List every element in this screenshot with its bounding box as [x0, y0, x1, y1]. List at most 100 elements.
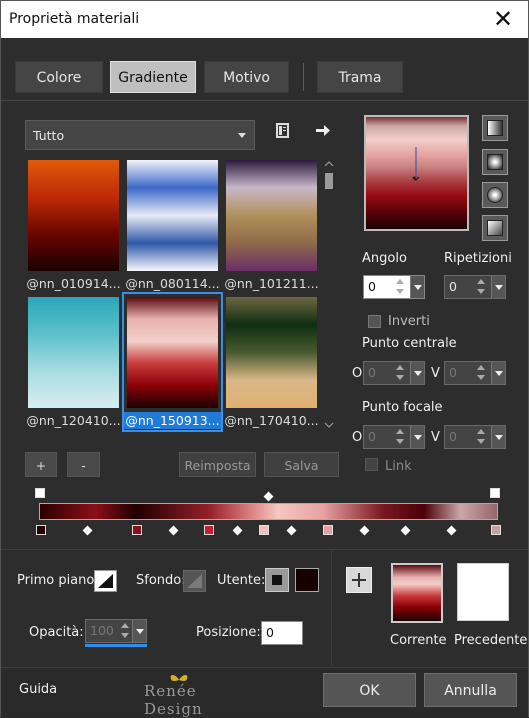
gradient-swatch: [28, 160, 119, 271]
user-color-button[interactable]: [265, 568, 289, 592]
title-bar: Proprietà materiali ✕: [1, 1, 528, 38]
sunburst-style-button[interactable]: [482, 215, 508, 241]
category-dropdown[interactable]: Tutto: [25, 120, 255, 150]
svg-text:*: *: [412, 175, 417, 186]
gradient-thumb[interactable]: @nn_080114...: [124, 157, 221, 293]
color-stop-icon[interactable]: [204, 525, 215, 535]
position-field[interactable]: 0: [261, 621, 303, 645]
angle-label: Angolo: [362, 251, 407, 266]
gradient-gallery: @nn_010914... @nn_080114... @nn_101211..…: [25, 157, 323, 433]
color-stop-icon[interactable]: [322, 525, 333, 535]
angle-value: 0: [368, 279, 376, 294]
focal-h-spinner[interactable]: 0: [363, 425, 425, 449]
radial-style-button[interactable]: [482, 182, 508, 208]
chevron-down-icon[interactable]: [132, 620, 146, 642]
previous-material-swatch[interactable]: [457, 563, 509, 621]
opacity-slider[interactable]: [85, 644, 147, 647]
chevron-down-icon[interactable]: [410, 362, 424, 384]
foreground-stop-icon[interactable]: [35, 488, 45, 498]
background-stop-icon[interactable]: [490, 488, 500, 498]
cancel-button[interactable]: Annulla: [424, 673, 517, 707]
reset-button[interactable]: Reimposta: [179, 452, 256, 477]
spin-arrows-icon[interactable]: [476, 427, 486, 447]
tab-motivo[interactable]: Motivo: [204, 61, 289, 93]
focal-point-label: Punto focale: [362, 400, 443, 415]
spin-arrows-icon[interactable]: [476, 363, 486, 383]
center-h-spinner[interactable]: 0: [363, 361, 425, 385]
remove-gradient-button[interactable]: -: [67, 452, 100, 477]
divider: [1, 100, 528, 101]
opacity-spinner[interactable]: 100: [85, 619, 147, 643]
focal-v-label: V: [431, 430, 440, 445]
user-color-swatch[interactable]: [295, 568, 319, 592]
spin-arrows-icon[interactable]: [476, 277, 486, 297]
gradient-preview[interactable]: *: [364, 115, 469, 231]
chevron-down-icon[interactable]: [410, 426, 424, 448]
opacity-value: 100: [90, 623, 114, 638]
color-stop-icon[interactable]: [491, 525, 501, 535]
color-stop-icon[interactable]: [131, 525, 142, 535]
close-icon[interactable]: ✕: [488, 3, 518, 35]
position-label: Posizione:: [196, 625, 261, 640]
gradient-thumb[interactable]: @nn_101211...: [223, 157, 320, 293]
invert-label: Inverti: [388, 314, 430, 329]
gradient-editor-bar[interactable]: [39, 503, 498, 520]
ok-button[interactable]: OK: [323, 673, 416, 707]
tab-gradiente[interactable]: Gradiente: [110, 61, 196, 93]
gradient-thumb[interactable]: @nn_010914...: [25, 157, 122, 293]
chevron-down-icon[interactable]: [410, 276, 424, 298]
save-button[interactable]: Salva: [264, 452, 339, 477]
center-v-value: 0: [449, 365, 457, 380]
help-link[interactable]: Guida: [19, 682, 57, 697]
spin-arrows-icon[interactable]: [395, 363, 405, 383]
color-midpoint[interactable]: [359, 525, 370, 536]
current-material-swatch[interactable]: [391, 563, 443, 623]
opacity-midpoint[interactable]: [263, 491, 274, 502]
color-midpoint[interactable]: [446, 525, 456, 536]
current-label: Corrente: [390, 633, 447, 648]
gradient-thumb-selected[interactable]: @nn_150913...: [122, 292, 223, 432]
color-midpoint[interactable]: [82, 525, 92, 536]
rectangular-style-button[interactable]: [482, 149, 508, 175]
add-gradient-button[interactable]: +: [25, 452, 57, 477]
spin-arrows-icon[interactable]: [395, 277, 405, 297]
add-to-swatches-button[interactable]: [346, 567, 372, 593]
tab-colore[interactable]: Colore: [15, 61, 103, 93]
window-title: Proprietà materiali: [9, 11, 140, 27]
center-v-spinner[interactable]: 0: [444, 361, 506, 385]
center-h-value: 0: [368, 365, 376, 380]
color-midpoint[interactable]: [232, 525, 243, 536]
color-midpoint[interactable]: [168, 525, 179, 536]
user-label: Utente:: [217, 573, 266, 588]
chevron-down-icon[interactable]: [491, 362, 505, 384]
logo-text: Renée Design: [144, 682, 203, 718]
tab-trama[interactable]: Trama: [317, 61, 403, 93]
spin-arrows-icon[interactable]: [395, 427, 405, 447]
color-midpoint[interactable]: [400, 525, 411, 536]
focal-h-label: O: [352, 430, 363, 445]
linear-style-button[interactable]: [482, 115, 508, 141]
gradient-name: @nn_101211...: [224, 276, 319, 291]
repeats-label: Ripetizioni: [444, 251, 512, 266]
angle-spinner[interactable]: 0: [363, 275, 425, 299]
link-checkbox[interactable]: [365, 458, 378, 471]
chevron-down-icon[interactable]: [491, 426, 505, 448]
gallery-scrollbar[interactable]: [323, 159, 335, 431]
renee-design-logo: Renée Design: [144, 675, 244, 718]
color-midpoint[interactable]: [286, 525, 297, 536]
library-icon[interactable]: [274, 122, 291, 139]
gradient-thumb[interactable]: @nn_170410...: [223, 294, 320, 430]
color-stop-icon[interactable]: [258, 525, 269, 535]
repeats-spinner[interactable]: 0: [444, 275, 506, 299]
color-stop-icon[interactable]: [36, 525, 46, 535]
focal-v-spinner[interactable]: 0: [444, 425, 506, 449]
spin-arrows-icon[interactable]: [120, 621, 130, 641]
category-value: Tutto: [33, 128, 65, 143]
arrow-right-icon[interactable]: [314, 122, 331, 139]
foreground-swatch[interactable]: [94, 570, 117, 592]
background-swatch[interactable]: [183, 570, 206, 592]
gradient-thumb[interactable]: @nn_120410...: [25, 294, 122, 430]
focal-v-value: 0: [449, 429, 457, 444]
chevron-down-icon[interactable]: [491, 276, 505, 298]
invert-checkbox[interactable]: [368, 315, 381, 328]
